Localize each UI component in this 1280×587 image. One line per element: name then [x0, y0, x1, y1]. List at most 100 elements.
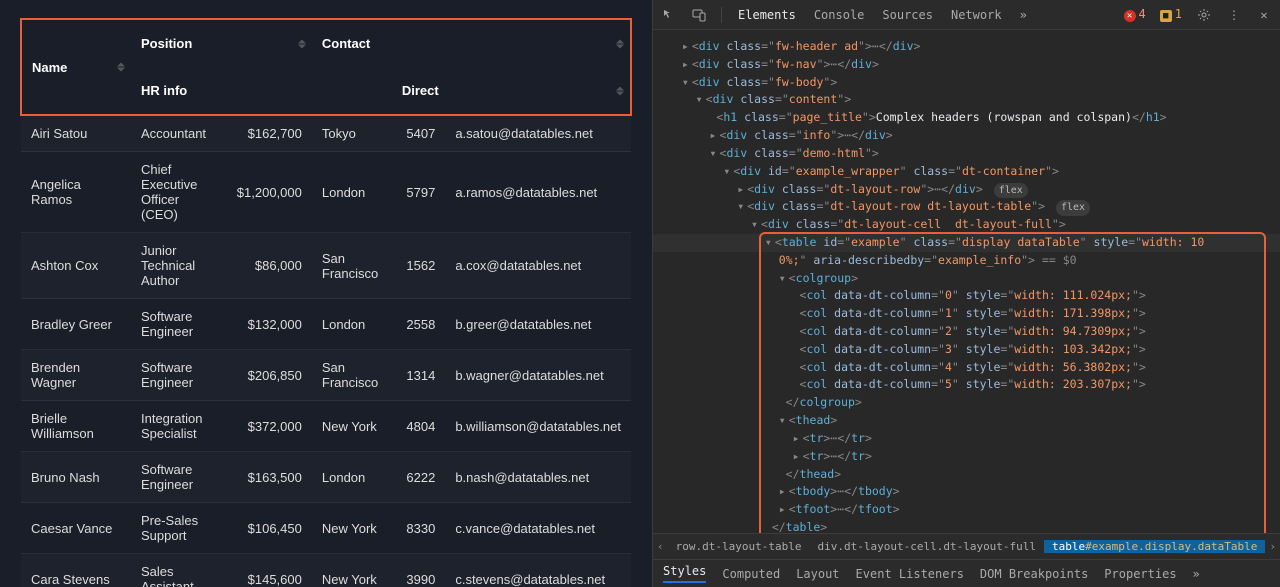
dom-node[interactable]: ▾<div class="content">: [653, 91, 1280, 109]
cell-extn: 1562: [394, 233, 446, 299]
table-row[interactable]: Cara StevensSales Assistant$145,600New Y…: [21, 554, 631, 587]
stab-dombp[interactable]: DOM Breakpoints: [980, 567, 1088, 581]
dom-node[interactable]: <col data-dt-column="2" style="width: 94…: [653, 323, 1280, 341]
issues-badge[interactable]: ■1: [1160, 7, 1182, 22]
cell-name: Brenden Wagner: [21, 350, 131, 401]
stab-more[interactable]: »: [1193, 567, 1200, 581]
tab-console[interactable]: Console: [812, 8, 867, 22]
devtools-tabbar: Elements Console Sources Network » ✕4 ■1…: [653, 0, 1280, 30]
stab-styles[interactable]: Styles: [663, 564, 706, 583]
table-row[interactable]: Brielle WilliamsonIntegration Specialist…: [21, 401, 631, 452]
cell-extn: 8330: [394, 503, 446, 554]
stab-computed[interactable]: Computed: [722, 567, 780, 581]
device-icon[interactable]: [691, 7, 707, 23]
dom-node[interactable]: ▸<tr>⋯</tr>: [653, 448, 1280, 466]
table-row[interactable]: Airi SatouAccountant$162,700Tokyo5407a.s…: [21, 115, 631, 152]
dom-node[interactable]: ▾<div id="example_wrapper" class="dt-con…: [653, 163, 1280, 181]
chevron-left-icon[interactable]: ‹: [653, 540, 668, 553]
cell-extn: 1314: [394, 350, 446, 401]
cell-position: Chief Executive Officer (CEO): [131, 152, 227, 233]
issues-count: 1: [1175, 7, 1182, 21]
dom-node[interactable]: <col data-dt-column="0" style="width: 11…: [653, 287, 1280, 305]
cell-extn: 2558: [394, 299, 446, 350]
cell-extn: 6222: [394, 452, 446, 503]
dom-node[interactable]: <h1 class="page_title">Complex headers (…: [653, 109, 1280, 127]
dom-node[interactable]: ▾<div class="dt-layout-row dt-layout-tab…: [653, 198, 1280, 216]
dom-node[interactable]: ▾<div class="dt-layout-cell dt-layout-fu…: [653, 216, 1280, 234]
th-direct[interactable]: Direct: [312, 67, 631, 115]
dom-node[interactable]: <col data-dt-column="4" style="width: 56…: [653, 359, 1280, 377]
dom-node[interactable]: </colgroup>: [653, 394, 1280, 412]
dom-node[interactable]: <col data-dt-column="3" style="width: 10…: [653, 341, 1280, 359]
dom-node[interactable]: ▸<div class="dt-layout-row">⋯</div> flex: [653, 181, 1280, 199]
chevron-right-icon[interactable]: ›: [1265, 540, 1280, 553]
cell-name: Angelica Ramos: [21, 152, 131, 233]
crumb[interactable]: row.dt-layout-table: [668, 540, 810, 553]
cell-office: London: [312, 452, 394, 503]
cell-email: c.vance@datatables.net: [445, 503, 631, 554]
cell-office: San Francisco: [312, 233, 394, 299]
dom-node[interactable]: ▾<div class="fw-body">: [653, 74, 1280, 92]
dom-node[interactable]: ▸<div class="info">⋯</div>: [653, 127, 1280, 145]
cell-office: Tokyo: [312, 115, 394, 152]
th-hrinfo[interactable]: HR info: [131, 67, 312, 115]
dom-node[interactable]: <col data-dt-column="5" style="width: 20…: [653, 376, 1280, 394]
cell-email: a.satou@datatables.net: [445, 115, 631, 152]
dom-tree[interactable]: ▸<div class="fw-header ad">⋯</div> ▸<div…: [653, 30, 1280, 533]
th-position[interactable]: Position: [131, 19, 312, 67]
tab-network[interactable]: Network: [949, 8, 1004, 22]
table-row[interactable]: Bruno NashSoftware Engineer$163,500Londo…: [21, 452, 631, 503]
th-contact[interactable]: Contact: [312, 19, 631, 67]
crumb[interactable]: div.dt-layout-cell.dt-layout-full: [810, 540, 1045, 553]
dom-node[interactable]: ▸<div class="fw-header ad">⋯</div>: [653, 38, 1280, 56]
th-name[interactable]: Name: [21, 19, 131, 115]
table-row[interactable]: Caesar VancePre-Sales Support$106,450New…: [21, 503, 631, 554]
stab-layout[interactable]: Layout: [796, 567, 839, 581]
cell-name: Caesar Vance: [21, 503, 131, 554]
dom-node[interactable]: ▸<tr>⋯</tr>: [653, 430, 1280, 448]
cell-extn: 5407: [394, 115, 446, 152]
dom-node[interactable]: 0%;" aria-describedby="example_info"> ==…: [653, 252, 1280, 270]
dom-node[interactable]: ▾<colgroup>: [653, 270, 1280, 288]
inspect-icon[interactable]: [661, 7, 677, 23]
cell-email: b.wagner@datatables.net: [445, 350, 631, 401]
dom-node[interactable]: <col data-dt-column="1" style="width: 17…: [653, 305, 1280, 323]
table-header: Name Position Contact HR info: [21, 19, 631, 115]
cell-extn: 5797: [394, 152, 446, 233]
stab-props[interactable]: Properties: [1104, 567, 1176, 581]
tab-sources[interactable]: Sources: [880, 8, 935, 22]
table-row[interactable]: Ashton CoxJunior Technical Author$86,000…: [21, 233, 631, 299]
cell-name: Cara Stevens: [21, 554, 131, 587]
dom-node[interactable]: ▸<tbody>⋯</tbody>: [653, 483, 1280, 501]
dom-node[interactable]: </table>: [653, 519, 1280, 533]
gear-icon[interactable]: [1196, 7, 1212, 23]
sort-icon: [298, 39, 306, 48]
table-row[interactable]: Brenden WagnerSoftware Engineer$206,850S…: [21, 350, 631, 401]
cell-email: b.williamson@datatables.net: [445, 401, 631, 452]
dom-node[interactable]: ▾<div class="demo-html">: [653, 145, 1280, 163]
table-row[interactable]: Angelica RamosChief Executive Officer (C…: [21, 152, 631, 233]
dom-node[interactable]: </thead>: [653, 466, 1280, 484]
crumb-active[interactable]: table#example.display.dataTable: [1044, 540, 1265, 553]
close-icon[interactable]: ✕: [1256, 7, 1272, 23]
cell-extn: 4804: [394, 401, 446, 452]
dom-node[interactable]: ▸<div class="fw-nav">⋯</div>: [653, 56, 1280, 74]
cell-salary: $1,200,000: [227, 152, 312, 233]
tab-more[interactable]: »: [1018, 8, 1029, 22]
table-body: Airi SatouAccountant$162,700Tokyo5407a.s…: [21, 115, 631, 587]
dom-node[interactable]: ▸<tfoot>⋯</tfoot>: [653, 501, 1280, 519]
table-row[interactable]: Bradley GreerSoftware Engineer$132,000Lo…: [21, 299, 631, 350]
dom-node[interactable]: ▾<thead>: [653, 412, 1280, 430]
dom-node[interactable]: ▾<table id="example" class="display data…: [653, 234, 1280, 252]
cell-name: Bradley Greer: [21, 299, 131, 350]
error-badge[interactable]: ✕4: [1124, 7, 1146, 22]
cell-email: a.ramos@datatables.net: [445, 152, 631, 233]
devtools-panel: Elements Console Sources Network » ✕4 ■1…: [652, 0, 1280, 587]
cell-office: New York: [312, 554, 394, 587]
stab-listeners[interactable]: Event Listeners: [856, 567, 964, 581]
sort-icon: [616, 39, 624, 48]
tab-elements[interactable]: Elements: [736, 8, 798, 22]
cell-extn: 3990: [394, 554, 446, 587]
kebab-icon[interactable]: ⋮: [1226, 7, 1242, 23]
cell-position: Integration Specialist: [131, 401, 227, 452]
